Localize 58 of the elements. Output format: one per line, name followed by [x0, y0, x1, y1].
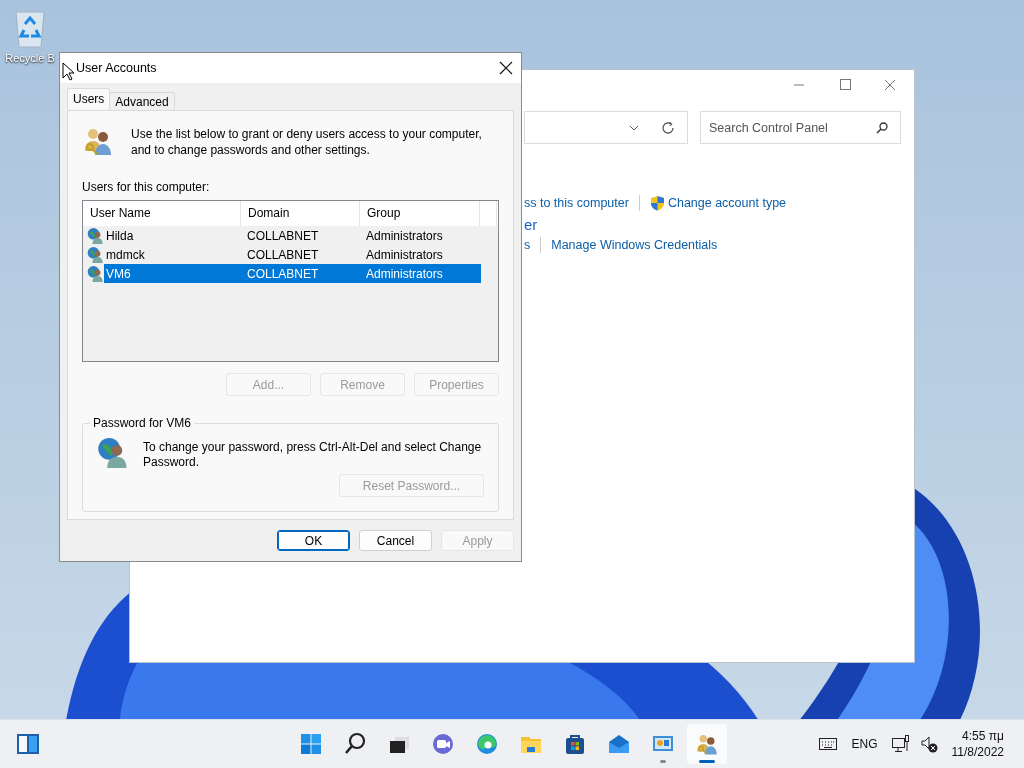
browser-icon [475, 732, 499, 756]
password-text: To change your password, press Ctrl-Alt-Del and select Change Password. [143, 440, 483, 470]
user-globe-icon [87, 246, 104, 263]
table-cell-text: mdmck [105, 247, 146, 262]
table-cell-text: COLLABNET [246, 228, 320, 243]
mail-icon [607, 732, 631, 756]
table-cell-text: COLLABNET [246, 266, 320, 281]
table-cell-text: VM6 [105, 266, 132, 281]
user-row[interactable]: VM6 COLLABNET Administrators [104, 264, 481, 283]
volume-icon [919, 735, 938, 753]
dialog-title: User Accounts [76, 61, 157, 75]
table-cell-text: Administrators [365, 266, 444, 281]
taskbar-button[interactable] [687, 724, 727, 764]
users-icon [695, 732, 719, 756]
clock-date[interactable]: 11/8/2022 [951, 744, 1004, 760]
user-row[interactable]: mdmck COLLABNET Administrators [104, 245, 481, 264]
language-indicator[interactable]: ENG [851, 737, 878, 751]
users-list[interactable]: User Name Domain Group Hilda COLLABNET Administrators mdmck COLLABNET Administrators VM6 COLLABNET Administrators [82, 200, 499, 362]
table-cell-text: Hilda [105, 228, 135, 243]
search-icon [343, 732, 367, 756]
close-icon [499, 61, 513, 75]
running-indicator [660, 760, 666, 763]
keyboard-icon [819, 738, 838, 750]
search-field[interactable]: Search Control Panel [700, 111, 901, 144]
network-icon [891, 735, 910, 753]
users-label: Users for this computer: [82, 180, 211, 194]
table-cell-text: Administrators [365, 228, 444, 243]
tab[interactable]: Users [67, 88, 111, 110]
button[interactable]: Cancel [359, 530, 432, 551]
table-cell-text: COLLABNET [246, 247, 320, 262]
start-icon [299, 732, 323, 756]
user-row[interactable]: Hilda COLLABNET Administrators [104, 226, 481, 245]
link[interactable]: s [524, 238, 531, 252]
tab[interactable]: Advanced [109, 92, 175, 110]
column-header[interactable]: Domain [241, 201, 360, 226]
clock-time[interactable]: 4:55 πμ [962, 728, 1004, 744]
chat-icon [431, 732, 455, 756]
intro-text: Use the list below to grant or deny users access to your computer, and to change passwords and other settings. [131, 126, 483, 158]
chevron-down-icon [629, 124, 639, 131]
running-indicator [699, 760, 715, 763]
button[interactable]: OK [277, 530, 350, 551]
widgets-icon [16, 732, 40, 756]
column-header[interactable]: User Name [83, 201, 241, 226]
refresh-icon [661, 120, 675, 135]
recycle-bin-icon [13, 8, 47, 48]
link[interactable]: Change account type [667, 196, 787, 210]
column-header[interactable]: Group [360, 201, 480, 226]
table-cell-text: Administrators [365, 247, 444, 262]
search-icon [875, 121, 889, 135]
group-title: Password for VM6 [92, 416, 193, 430]
user-globe-icon [97, 436, 129, 468]
shield-icon [649, 195, 665, 211]
link[interactable]: Manage Windows Credentials [551, 238, 718, 252]
store-icon [563, 732, 587, 756]
user-globe-icon [87, 265, 104, 282]
link[interactable]: ss to this computer [524, 196, 629, 210]
section-heading: er [524, 216, 539, 235]
user-globe-icon [87, 227, 104, 244]
